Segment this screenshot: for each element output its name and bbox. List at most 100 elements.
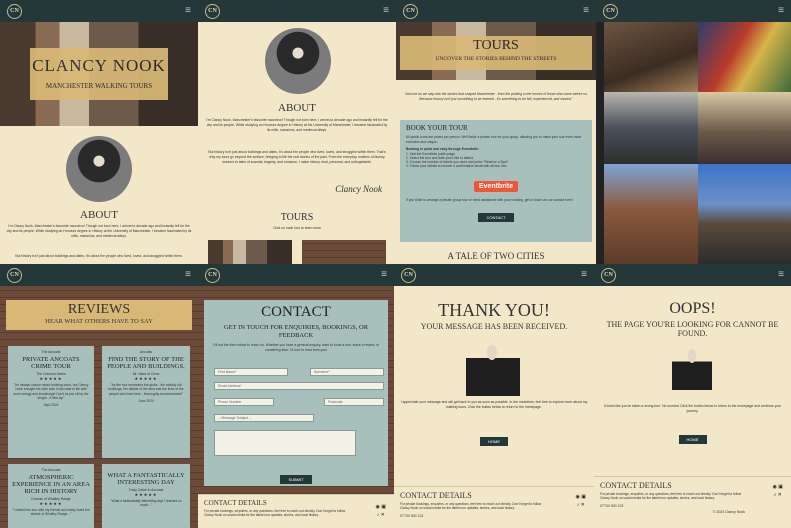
x-icon[interactable]: ✕: [381, 512, 385, 518]
logo-icon[interactable]: CN: [7, 3, 22, 19]
tours-quote: "Join me as we step into the stories tha…: [404, 92, 588, 101]
copyright: © 2024 Clancy Nook: [712, 509, 745, 514]
phone-field[interactable]: Phone Number: [214, 398, 274, 406]
email-field[interactable]: Email Address*: [214, 382, 384, 390]
hamburger-menu-icon[interactable]: ≡: [185, 270, 191, 280]
hamburger-menu-icon[interactable]: ≡: [185, 6, 191, 16]
gallery-photo[interactable]: [698, 22, 791, 92]
eventbrite-button[interactable]: Eventbrite: [473, 180, 519, 192]
subject-select[interactable]: -- Message Subject --: [214, 414, 314, 422]
contact-intro: Fill out the form below to reach us. Whe…: [213, 343, 379, 352]
reviews-page-preview: CN ≡ REVIEWS HEAR WHAT OTHERS HAVE TO SA…: [0, 264, 198, 528]
error-text: It looks like you've taken a wrong turn.…: [603, 404, 782, 413]
navbar: CN ≡: [0, 264, 198, 286]
gallery-photo[interactable]: [604, 164, 698, 264]
surname-field[interactable]: Surname*: [310, 368, 384, 376]
hamburger-menu-icon[interactable]: ≡: [778, 270, 784, 280]
home-button[interactable]: HOME: [678, 435, 707, 444]
tiktok-icon[interactable]: ♪: [774, 492, 777, 498]
thank-you-text: I appreciate your message and will get b…: [400, 400, 588, 409]
tours-page-preview: CN ≡ TOURS UNCOVER THE STORIES BEHIND TH…: [396, 0, 596, 264]
logo-icon[interactable]: CN: [603, 3, 618, 19]
tiktok-icon[interactable]: ♪: [577, 502, 580, 508]
portrait-image: [265, 28, 331, 94]
contact-button[interactable]: CONTACT: [478, 213, 514, 223]
signature: Clancy Nook: [335, 184, 382, 194]
hamburger-menu-icon[interactable]: ≡: [383, 6, 389, 16]
hamburger-menu-icon[interactable]: ≡: [381, 270, 387, 280]
booking-intro: All public tours are priced per person. …: [406, 135, 582, 144]
logo-icon[interactable]: CN: [403, 3, 418, 19]
tiktok-icon[interactable]: ♪: [377, 512, 380, 518]
portrait-image: [66, 136, 132, 202]
review-title: WHAT A FANTASTICALLY INTERESTING DAY: [107, 472, 185, 486]
first-name-field[interactable]: First Name*: [214, 368, 288, 376]
error-title: OOPS!: [669, 300, 716, 317]
hamburger-menu-icon[interactable]: ≡: [583, 6, 589, 16]
footer-heading: CONTACT DETAILS: [204, 499, 267, 507]
navbar: CN ≡: [0, 0, 198, 22]
tour-card-image[interactable]: [208, 240, 292, 264]
logo-icon[interactable]: CN: [401, 267, 416, 283]
instagram-icon[interactable]: ◉: [773, 484, 777, 490]
review-card: The Ancoats PRIVATE ANCOATS CRIME TOUR T…: [8, 346, 94, 458]
not-found-page-preview: CN ≡ OOPS! THE PAGE YOU'RE LOOKING FOR C…: [594, 264, 791, 528]
about-paragraph-2: But history isn't just about buildings a…: [15, 254, 183, 258]
about-page-preview: CN ≡ ABOUT I'm Clancy Nook, Manchester's…: [198, 0, 396, 264]
footer-heading: CONTACT DETAILS: [600, 481, 672, 490]
hamburger-menu-icon[interactable]: ≡: [581, 270, 587, 280]
facebook-icon[interactable]: ▣: [581, 494, 586, 500]
instagram-icon[interactable]: ◉: [376, 504, 380, 510]
gallery-photo[interactable]: [698, 92, 791, 164]
logo-icon[interactable]: CN: [205, 3, 220, 19]
review-stars: ★★★★★: [39, 501, 63, 506]
about-paragraph-2: But history isn't just about buildings a…: [208, 150, 386, 164]
hero-title: CLANCY NOOK: [32, 56, 166, 75]
booking-box: BOOK YOUR TOUR All public tours are pric…: [400, 120, 592, 242]
review-text: "What a fantastically interesting day! I…: [110, 499, 182, 508]
tours-heading: TOURS: [280, 212, 314, 223]
gallery-photo[interactable]: [604, 22, 698, 92]
x-icon[interactable]: ✕: [778, 492, 782, 498]
footer: CONTACT DETAILS For private bookings, en…: [394, 486, 594, 528]
review-card: The Ancoats ATMOSPHERIC EXPERIENCE IN AN…: [8, 464, 94, 528]
contact-title: CONTACT: [261, 304, 331, 320]
footer-phone[interactable]: 07700 900 123: [600, 504, 785, 508]
navbar: CN ≡: [394, 264, 594, 286]
facebook-icon[interactable]: ▣: [778, 484, 783, 490]
gallery-photo[interactable]: [604, 92, 698, 164]
postcode-field[interactable]: Postcode: [324, 398, 384, 406]
logo-icon[interactable]: CN: [601, 267, 616, 283]
instagram-icon[interactable]: ◉: [576, 494, 580, 500]
screenshot-grid: CN ≡ CLANCY NOOK MANCHESTER WALKING TOUR…: [0, 0, 791, 528]
review-stars: ★★★★★: [134, 376, 158, 381]
review-title: FIND THE STORY OF THE PEOPLE AND BUILDIN…: [107, 356, 185, 370]
booking-heading: BOOK YOUR TOUR: [406, 124, 468, 132]
review-date: June 2024: [138, 398, 154, 403]
message-textarea[interactable]: [214, 430, 356, 456]
tour-card-image[interactable]: [302, 240, 386, 264]
booking-step: 4. Follow your details to receive a conf…: [406, 164, 508, 169]
facebook-icon[interactable]: ▣: [381, 504, 386, 510]
logo-icon[interactable]: CN: [7, 267, 22, 283]
hamburger-menu-icon[interactable]: ≡: [778, 6, 784, 16]
footer-phone[interactable]: 07700 900 123: [400, 514, 588, 518]
navbar: CN ≡: [198, 264, 394, 286]
submit-button[interactable]: SUBMIT: [280, 475, 312, 484]
gallery-page-preview: CN ≡: [596, 0, 791, 264]
x-icon[interactable]: ✕: [581, 502, 585, 508]
home-button[interactable]: HOME: [480, 437, 508, 446]
gallery-photo[interactable]: [698, 164, 791, 264]
review-tour: The Ancoats: [41, 350, 61, 354]
about-heading: ABOUT: [80, 209, 118, 221]
navbar: CN ≡: [396, 0, 596, 22]
review-title: ATMOSPHERIC EXPERIENCE IN AN AREA RICH I…: [12, 474, 90, 495]
about-paragraph: I'm Clancy Nook, Manchester's favourite …: [6, 224, 192, 238]
hero-banner: CLANCY NOOK MANCHESTER WALKING TOURS: [30, 48, 168, 100]
review-text: "I'm always unsure about booking tours, …: [13, 383, 89, 400]
review-tour: The Ancoats: [41, 468, 61, 472]
thank-you-title: THANK YOU!: [438, 300, 550, 320]
logo-icon[interactable]: CN: [205, 267, 220, 283]
private-tour-note: If you'd like to arrange a private group…: [406, 197, 573, 202]
navbar: CN ≡: [198, 0, 396, 22]
